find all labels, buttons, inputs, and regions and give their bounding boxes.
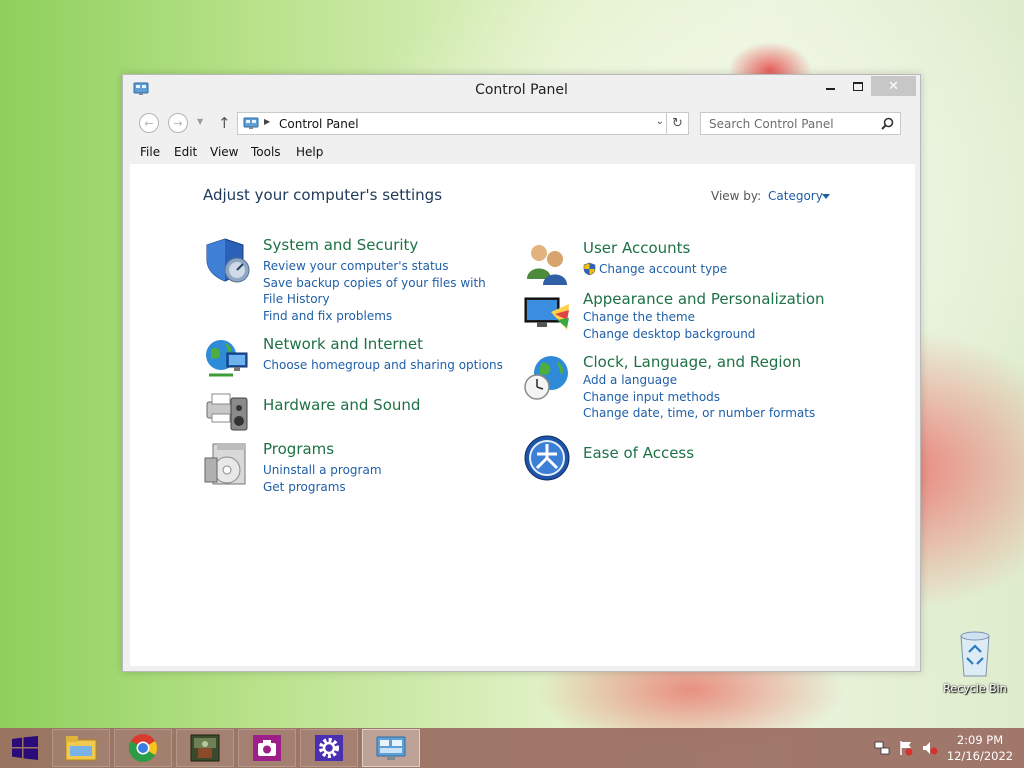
menu-view[interactable]: View <box>210 145 238 159</box>
recycle-bin-shortcut[interactable]: Recycle Bin <box>940 630 1010 695</box>
close-button[interactable]: ✕ <box>871 76 916 96</box>
category-title[interactable]: Appearance and Personalization <box>583 290 825 308</box>
maximize-icon <box>853 81 863 91</box>
network-tray-icon[interactable] <box>874 740 890 756</box>
view-by-dropdown[interactable]: Category <box>768 189 823 203</box>
link-change-input-methods[interactable]: Change input methods <box>583 389 828 406</box>
category-title[interactable]: Clock, Language, and Region <box>583 353 801 371</box>
programs-disc-icon <box>204 443 246 485</box>
clock-date: 12/16/2022 <box>946 749 1014 763</box>
category-links: Add a language Change input methods Chan… <box>583 372 828 422</box>
taskbar-file-explorer[interactable] <box>52 729 110 767</box>
volume-muted-icon[interactable] <box>922 740 938 756</box>
refresh-icon: ↻ <box>672 116 683 131</box>
up-arrow-icon: ↑ <box>218 114 231 132</box>
breadcrumb-separator-icon: ▶ <box>264 117 271 126</box>
navigation-bar: ← → ▼ ↑ ▶ Control Panel ⌄ ↻ Search Contr… <box>123 111 920 137</box>
uac-shield-icon <box>583 262 596 276</box>
clock-globe-icon <box>524 356 568 400</box>
system-clock[interactable]: 2:09 PM 12/16/2022 <box>944 732 1016 764</box>
taskbar-camera-app[interactable] <box>238 729 296 767</box>
search-icon[interactable] <box>881 117 894 130</box>
link-add-language[interactable]: Add a language <box>583 372 828 389</box>
breadcrumb-control-panel[interactable]: Control Panel <box>279 117 359 131</box>
taskbar-chrome[interactable] <box>114 729 172 767</box>
taskbar-settings[interactable] <box>300 729 358 767</box>
taskbar: 2:09 PM 12/16/2022 <box>0 728 1024 768</box>
up-button[interactable]: ↑ <box>218 114 231 132</box>
minimize-button[interactable] <box>817 76 843 96</box>
category-title[interactable]: Hardware and Sound <box>263 396 420 414</box>
menu-bar: File Edit View Tools Help <box>123 142 920 162</box>
settings-gear-icon <box>315 735 343 761</box>
monitor-paint-icon <box>524 297 569 330</box>
minimize-icon <box>825 88 835 90</box>
back-arrow-icon: ← <box>144 116 154 130</box>
menu-edit[interactable]: Edit <box>174 145 197 159</box>
maximize-button[interactable] <box>845 76 871 96</box>
category-links: Change account type <box>583 261 828 278</box>
back-button[interactable]: ← <box>139 113 159 133</box>
start-button[interactable] <box>0 728 50 768</box>
address-dropdown-icon[interactable]: ⌄ <box>656 116 664 127</box>
title-bar[interactable]: Control Panel ✕ <box>123 75 920 107</box>
category-title[interactable]: System and Security <box>263 236 418 254</box>
search-input[interactable]: Search Control Panel <box>709 117 834 131</box>
file-explorer-icon <box>65 736 97 761</box>
category-links: Change the theme Change desktop backgrou… <box>583 309 828 342</box>
taskbar-game[interactable] <box>176 729 234 767</box>
taskbar-control-panel[interactable] <box>362 729 420 767</box>
network-globe-icon <box>206 340 248 377</box>
chevron-down-icon: ▼ <box>197 117 204 126</box>
close-icon: ✕ <box>888 78 899 94</box>
recent-locations-button[interactable]: ▼ <box>197 117 203 126</box>
link-find-fix-problems[interactable]: Find and fix problems <box>263 308 508 325</box>
link-review-status[interactable]: Review your computer's status <box>263 258 508 275</box>
link-uninstall-program[interactable]: Uninstall a program <box>263 462 508 479</box>
control-panel-icon <box>243 117 259 129</box>
menu-tools[interactable]: Tools <box>251 145 281 159</box>
camera-app-icon <box>253 735 281 761</box>
link-change-background[interactable]: Change desktop background <box>583 326 828 343</box>
control-panel-icon <box>376 736 406 760</box>
address-bar[interactable]: ▶ Control Panel ⌄ ↻ <box>237 112 689 135</box>
windows-logo-icon <box>12 736 38 760</box>
category-title[interactable]: Network and Internet <box>263 335 423 353</box>
category-title[interactable]: Ease of Access <box>583 444 694 462</box>
content-area: Adjust your computer's settings View by:… <box>130 164 915 666</box>
shield-icon <box>206 238 250 283</box>
chrome-icon <box>129 734 157 762</box>
view-by-label: View by: <box>711 189 762 203</box>
action-center-flag-icon[interactable] <box>898 740 914 756</box>
forward-button[interactable]: → <box>168 113 188 133</box>
category-links: Choose homegroup and sharing options <box>263 357 508 374</box>
window-title: Control Panel <box>475 82 568 98</box>
refresh-button[interactable]: ↻ <box>666 113 688 134</box>
printer-speaker-icon <box>206 393 248 431</box>
category-title[interactable]: Programs <box>263 440 334 458</box>
forward-arrow-icon: → <box>173 116 183 130</box>
link-file-history[interactable]: Save backup copies of your files with Fi… <box>263 275 508 308</box>
category-links: Uninstall a program Get programs <box>263 462 508 495</box>
recycle-bin-label: Recycle Bin <box>943 682 1007 695</box>
link-change-account-type-label: Change account type <box>599 262 728 276</box>
category-title[interactable]: User Accounts <box>583 239 690 257</box>
link-change-account-type[interactable]: Change account type <box>583 261 828 278</box>
recycle-bin-icon <box>960 631 990 677</box>
users-icon <box>527 245 567 285</box>
menu-help[interactable]: Help <box>296 145 323 159</box>
menu-file[interactable]: File <box>140 145 160 159</box>
game-icon <box>190 734 220 762</box>
link-change-formats[interactable]: Change date, time, or number formats <box>583 405 828 422</box>
view-by-caret-icon[interactable] <box>822 194 830 199</box>
link-get-programs[interactable]: Get programs <box>263 479 508 496</box>
search-box[interactable]: Search Control Panel <box>700 112 901 135</box>
clock-time: 2:09 PM <box>956 733 1004 747</box>
link-change-theme[interactable]: Change the theme <box>583 309 828 326</box>
page-heading: Adjust your computer's settings <box>203 186 443 204</box>
category-links: Review your computer's status Save backu… <box>263 258 508 324</box>
control-panel-window: Control Panel ✕ ← → ▼ ↑ ▶ Control Panel … <box>122 74 921 672</box>
link-homegroup-sharing[interactable]: Choose homegroup and sharing options <box>263 357 508 374</box>
ease-of-access-icon <box>524 435 570 481</box>
